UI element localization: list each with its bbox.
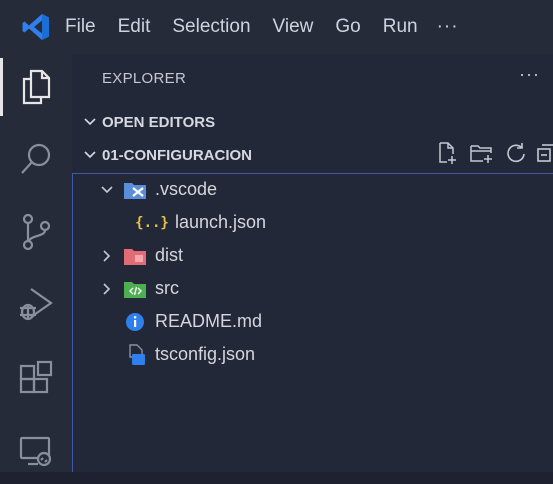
chevron-right-icon: [97, 246, 117, 266]
menu-edit[interactable]: Edit: [107, 0, 162, 54]
search-icon[interactable]: [0, 126, 72, 192]
menu-run[interactable]: Run: [372, 0, 429, 54]
typescript-config-icon: [123, 343, 147, 366]
menu-selection[interactable]: Selection: [161, 0, 261, 54]
source-control-icon[interactable]: [0, 199, 72, 265]
refresh-icon[interactable]: [505, 142, 527, 168]
menu-file[interactable]: File: [65, 0, 107, 54]
folder-actions: [435, 140, 553, 170]
menu-view[interactable]: View: [262, 0, 325, 54]
tree-item-vscode[interactable]: .vscode: [73, 173, 553, 206]
section-folder[interactable]: 01-CONFIGURACION: [72, 140, 553, 170]
menu-bar: File Edit Selection View Go Run ···: [65, 0, 467, 54]
tree-item-label: README.md: [155, 311, 263, 331]
open-editors-label: OPEN EDITORS: [102, 113, 216, 131]
new-file-icon[interactable]: [435, 141, 459, 169]
file-tree: .vscode {..} launch.json dist src README…: [72, 173, 553, 472]
json-file-icon: {..}: [135, 214, 169, 231]
vscode-logo-icon: [0, 0, 72, 54]
tree-item-readme[interactable]: README.md: [73, 305, 553, 338]
section-open-editors[interactable]: OPEN EDITORS: [72, 107, 553, 137]
explorer-icon[interactable]: [0, 54, 72, 120]
explorer-sidebar: EXPLORER ··· OPEN EDITORS 01-CONFIGURACI…: [72, 54, 553, 472]
extensions-icon[interactable]: [0, 345, 72, 411]
title-bar: File Edit Selection View Go Run ···: [0, 0, 553, 54]
tree-item-src[interactable]: src: [73, 272, 553, 305]
info-file-icon: [123, 311, 147, 333]
tree-item-launch-json[interactable]: {..} launch.json: [73, 206, 553, 239]
sidebar-title: EXPLORER: [102, 70, 187, 87]
menu-more-button[interactable]: ···: [429, 16, 467, 38]
collapse-all-icon[interactable]: [537, 142, 553, 168]
vscode-folder-icon: [123, 179, 147, 201]
folder-label: 01-CONFIGURACION: [102, 146, 253, 164]
chevron-down-icon: [97, 180, 117, 200]
tree-item-label: launch.json: [175, 212, 267, 232]
menu-go[interactable]: Go: [324, 0, 371, 54]
src-folder-icon: [123, 278, 147, 300]
activity-bar: [0, 54, 72, 472]
run-debug-icon[interactable]: [0, 271, 72, 337]
chevron-right-icon: [72, 115, 102, 129]
tree-item-label: tsconfig.json: [155, 344, 256, 364]
tree-item-label: src: [155, 278, 179, 298]
chevron-right-icon: [97, 279, 117, 299]
remote-explorer-icon[interactable]: [0, 418, 72, 484]
tree-item-dist[interactable]: dist: [73, 239, 553, 272]
dist-folder-icon: [123, 245, 147, 267]
tree-item-label: dist: [155, 245, 184, 265]
tree-item-tsconfig[interactable]: tsconfig.json: [73, 338, 553, 371]
new-folder-icon[interactable]: [469, 141, 495, 169]
chevron-down-icon: [72, 148, 102, 162]
tree-item-label: .vscode: [155, 179, 218, 199]
sidebar-more-button[interactable]: ···: [519, 64, 540, 85]
